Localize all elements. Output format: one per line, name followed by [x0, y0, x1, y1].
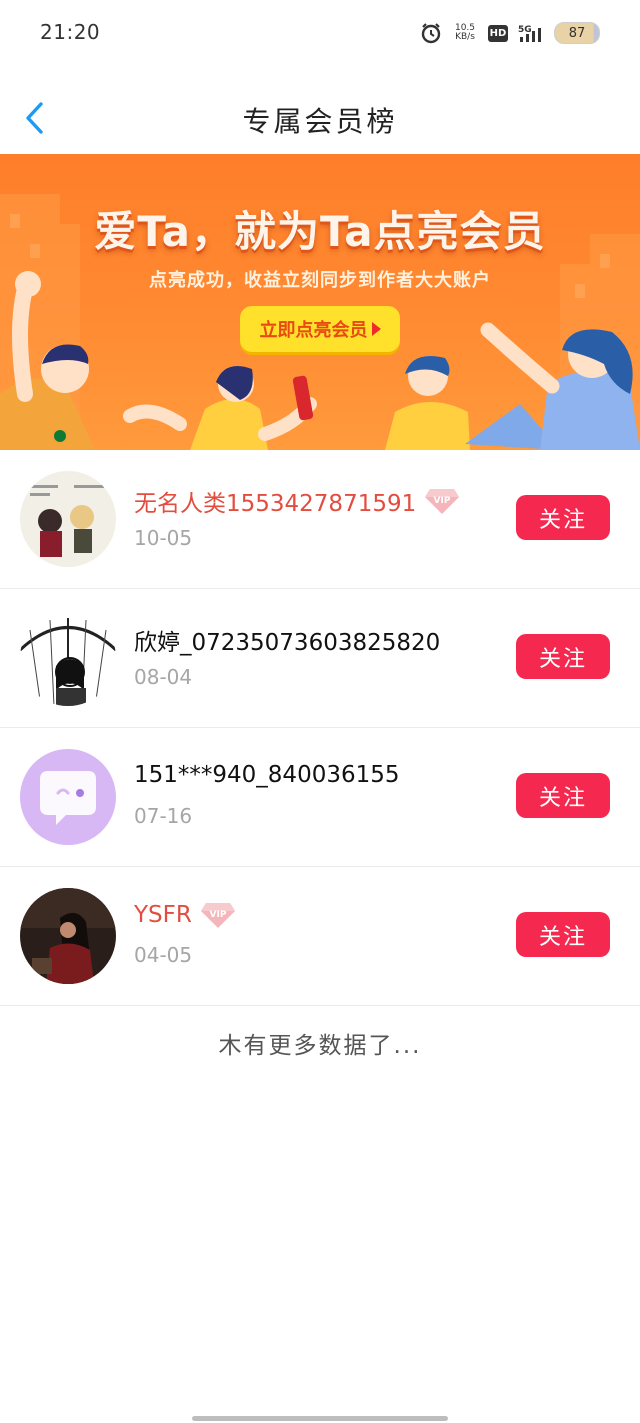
avatar[interactable]	[20, 749, 116, 845]
banner-headline: 爱Ta，就为Ta点亮会员	[94, 207, 546, 256]
member-row[interactable]: YSFR VIP 04-05 关注	[0, 867, 640, 1006]
avatar[interactable]	[20, 471, 116, 567]
network-speed-unit: KB/s	[455, 32, 475, 42]
avatar-image	[20, 471, 116, 567]
status-time: 21:20	[40, 20, 101, 44]
title-bar: 专属会员榜	[0, 66, 640, 154]
member-date: 07-16	[134, 804, 193, 828]
vip-diamond-icon: VIP	[425, 489, 460, 514]
member-name[interactable]: 无名人类1553427871591 VIP	[134, 484, 460, 518]
network-speed: 10.5 KB/s	[452, 24, 478, 42]
avatar[interactable]	[20, 610, 116, 706]
follow-button[interactable]: 关注	[516, 773, 610, 818]
avatar-image	[20, 888, 116, 984]
page-title: 专属会员榜	[242, 105, 398, 138]
member-name[interactable]: 151***940_840036155	[134, 762, 400, 788]
member-date: 04-05	[134, 943, 193, 967]
member-name-text: 151***940_840036155	[134, 762, 400, 788]
no-more-data-text: 木有更多数据了...	[218, 1033, 422, 1059]
member-name-text: 欣婷_07235073603825820	[134, 630, 441, 656]
vip-diamond-icon: VIP	[200, 903, 235, 928]
banner-subline: 点亮成功，收益立刻同步到作者大大账户	[149, 270, 491, 291]
signal-5g-icon: 5G	[518, 25, 541, 42]
status-bar: 21:20 10.5 KB/s HD 5G 87	[0, 0, 640, 66]
battery-indicator: 87	[554, 22, 600, 44]
member-date: 08-04	[134, 665, 193, 689]
avatar-image	[20, 610, 116, 706]
alarm-icon	[421, 23, 441, 44]
light-up-vip-button[interactable]: 立即点亮会员	[240, 306, 400, 352]
play-triangle-icon	[371, 322, 381, 336]
member-row[interactable]: 无名人类1553427871591 VIP 10-05 关注	[0, 450, 640, 589]
status-icons: 10.5 KB/s HD 5G 87	[420, 20, 600, 46]
svg-text:VIP: VIP	[434, 496, 451, 506]
home-indicator[interactable]	[192, 1416, 448, 1421]
member-row[interactable]: 151***940_840036155 07-16 关注	[0, 728, 640, 867]
member-list: 无名人类1553427871591 VIP 10-05 关注 欣婷_072350…	[0, 450, 640, 1006]
hd-icon: HD	[488, 24, 508, 42]
svg-text:VIP: VIP	[209, 910, 226, 920]
member-date: 10-05	[134, 526, 193, 550]
avatar[interactable]	[20, 888, 116, 984]
member-name[interactable]: 欣婷_07235073603825820	[134, 623, 440, 657]
vip-promo-banner[interactable]: 爱Ta，就为Ta点亮会员 点亮成功，收益立刻同步到作者大大账户 立即点亮会员	[0, 154, 640, 450]
member-name-text: YSFR	[134, 902, 192, 928]
follow-button[interactable]: 关注	[516, 912, 610, 957]
follow-button[interactable]: 关注	[516, 634, 610, 679]
follow-button[interactable]: 关注	[516, 495, 610, 540]
default-avatar-chat-icon	[20, 749, 116, 845]
network-type-label: 5G	[518, 25, 532, 35]
member-name[interactable]: YSFR VIP	[134, 901, 236, 929]
member-row[interactable]: 欣婷_07235073603825820 08-04 关注	[0, 589, 640, 728]
light-up-vip-label: 立即点亮会员	[259, 320, 368, 341]
member-name-text: 无名人类1553427871591	[134, 491, 417, 517]
